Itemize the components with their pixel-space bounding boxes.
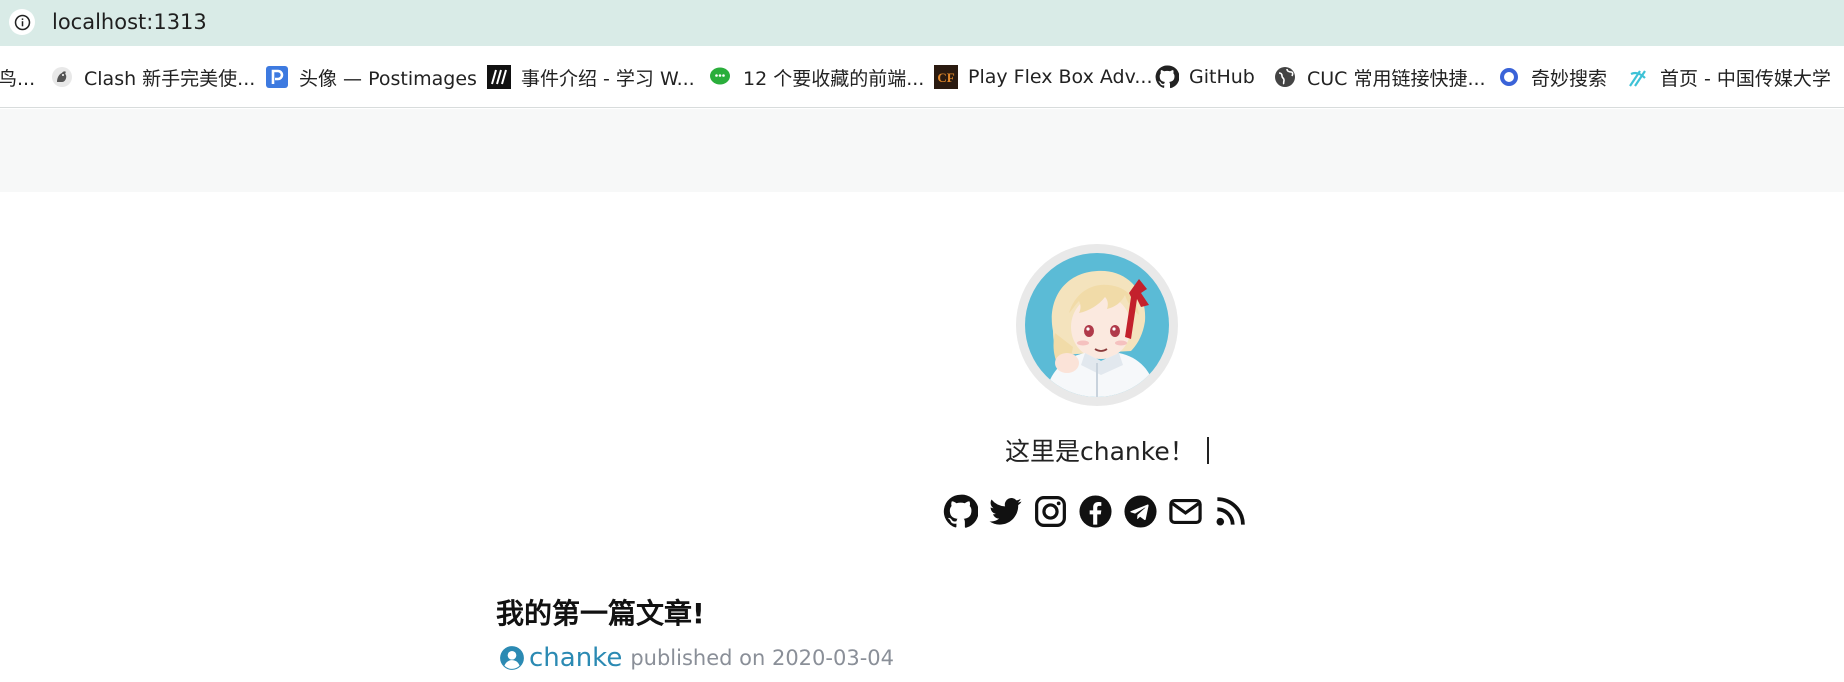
bookmark-item[interactable]: 首页 - 中国传媒大学 <box>1626 62 1831 92</box>
github-icon <box>1155 65 1179 89</box>
bookmark-label: 12 个要收藏的前端... <box>743 67 925 90</box>
bookmark-label: 鸟... <box>0 67 36 90</box>
anime-avatar-image <box>1025 253 1169 397</box>
bookmark-item[interactable]: GitHub <box>1155 62 1255 92</box>
url-text[interactable]: localhost:1313 <box>52 10 207 34</box>
tagline-text: 这里是chanke！ <box>1005 437 1195 466</box>
mdn-icon <box>487 65 511 89</box>
bookmark-label: CUC 常用链接快捷... <box>1307 67 1486 90</box>
typing-cursor <box>1206 437 1209 464</box>
search-ring-icon <box>1497 65 1521 89</box>
postimages-icon <box>265 65 289 89</box>
bookmark-item[interactable]: 鸟... <box>0 62 35 92</box>
flexbox-game-icon: CF <box>934 65 958 89</box>
bookmark-item[interactable]: Clash 新手完美使... <box>50 62 255 92</box>
bookmark-label: Play Flex Box Adv... <box>968 66 1153 88</box>
rss-icon[interactable] <box>1212 493 1248 529</box>
bookmark-item[interactable]: CF Play Flex Box Adv... <box>934 62 1152 92</box>
twitter-icon[interactable] <box>987 493 1023 529</box>
bookmark-label: Clash 新手完美使... <box>84 67 256 90</box>
svg-text:CF: CF <box>937 70 954 85</box>
bookmark-item[interactable]: 12 个要收藏的前端... <box>709 62 924 92</box>
cuc-logo-icon <box>1626 65 1650 89</box>
site-info-icon[interactable] <box>9 9 35 35</box>
clash-cat-icon <box>50 65 74 89</box>
bookmark-label: GitHub <box>1189 66 1255 88</box>
bookmark-label: 奇妙搜索 <box>1531 67 1608 90</box>
bookmark-label: 事件介绍 - 学习 W... <box>521 67 695 90</box>
author-link[interactable]: chanke <box>529 643 622 673</box>
bookmark-label: 首页 - 中国传媒大学 <box>1660 67 1831 90</box>
wechat-icon <box>709 65 733 89</box>
avatar <box>1016 244 1178 406</box>
bookmark-item[interactable]: 事件介绍 - 学习 W... <box>487 62 695 92</box>
telegram-icon[interactable] <box>1122 493 1158 529</box>
github-icon[interactable] <box>942 493 978 529</box>
facebook-icon[interactable] <box>1077 493 1113 529</box>
bookmarks-bar: 鸟... Clash 新手完美使... 头像 — Postimages 事件介绍… <box>0 46 1844 108</box>
bookmark-item[interactable]: CUC 常用链接快捷... <box>1273 62 1486 92</box>
bookmark-label: 头像 — Postimages <box>299 67 477 90</box>
published-date: published on 2020-03-04 <box>630 646 895 670</box>
email-icon[interactable] <box>1167 493 1203 529</box>
user-circle-icon <box>500 646 524 670</box>
social-links <box>942 493 1248 529</box>
site-header <box>0 109 1844 192</box>
post-meta: chanke published on 2020-03-04 <box>499 643 894 673</box>
address-bar[interactable]: localhost:1313 <box>0 0 1844 46</box>
instagram-icon[interactable] <box>1032 493 1068 529</box>
tagline: 这里是chanke！ <box>1005 432 1209 468</box>
bookmark-item[interactable]: 奇妙搜索 <box>1497 62 1607 92</box>
globe-icon <box>1273 65 1297 89</box>
post-title[interactable]: 我的第一篇文章! <box>496 592 705 632</box>
bookmark-item[interactable]: 头像 — Postimages <box>265 62 477 92</box>
